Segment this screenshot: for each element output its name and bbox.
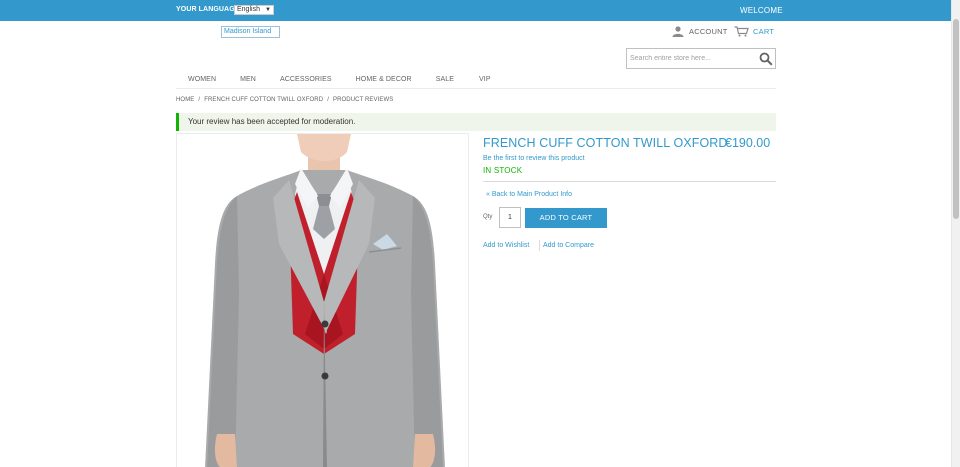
dropdown-arrow-icon: ▼ — [265, 7, 271, 13]
breadcrumb-separator: / — [327, 97, 329, 103]
nav-item-women[interactable]: WOMEN — [188, 72, 216, 88]
breadcrumb-separator: / — [198, 97, 201, 103]
breadcrumb-product[interactable]: FRENCH CUFF COTTON TWILL OXFORD — [204, 97, 323, 103]
scrollbar[interactable] — [951, 0, 960, 467]
stock-status: IN STOCK — [483, 166, 523, 175]
success-message: Your review has been accepted for modera… — [176, 113, 776, 131]
welcome-message: WELCOME — [740, 6, 783, 15]
product-name: FRENCH CUFF COTTON TWILL OXFORD — [483, 136, 728, 150]
breadcrumb-current: PRODUCT REVIEWS — [332, 97, 394, 103]
qty-input[interactable]: 1 — [499, 207, 521, 228]
language-selected: English — [237, 6, 260, 13]
breadcrumb-home[interactable]: HOME — [176, 97, 194, 103]
account-link[interactable]: ACCOUNT — [672, 26, 727, 37]
success-message-text: Your review has been accepted for modera… — [188, 117, 356, 126]
add-to-compare-link[interactable]: Add to Compare — [543, 242, 594, 249]
product-image[interactable] — [176, 133, 469, 467]
language-select[interactable]: English ▼ — [234, 5, 274, 15]
language-label: YOUR LANGUAGE — [176, 6, 240, 13]
first-review-link[interactable]: Be the first to review this product — [483, 155, 585, 162]
search-icon[interactable] — [759, 52, 773, 66]
logo[interactable]: Madison Island — [221, 26, 280, 38]
nav-item-accessories[interactable]: ACCESSORIES — [280, 72, 332, 88]
qty-label: Qty — [483, 214, 493, 220]
search-input[interactable] — [630, 52, 750, 65]
nav-item-home-decor[interactable]: HOME & DECOR — [356, 72, 412, 88]
link-separator — [539, 240, 540, 251]
nav-item-vip[interactable]: VIP — [479, 72, 491, 88]
product-photo — [205, 134, 445, 467]
cart-label: CART — [753, 27, 775, 36]
scrollbar-thumb[interactable] — [953, 19, 959, 219]
cart-link[interactable]: CART — [734, 26, 774, 37]
nav-item-sale[interactable]: SALE — [436, 72, 454, 88]
add-to-wishlist-link[interactable]: Add to Wishlist — [483, 242, 529, 249]
cart-icon — [734, 26, 749, 37]
account-icon — [672, 26, 684, 37]
main-navigation: WOMEN MEN ACCESSORIES HOME & DECOR SALE … — [176, 72, 776, 89]
divider — [483, 181, 776, 182]
nav-item-men[interactable]: MEN — [240, 72, 256, 88]
breadcrumb: HOME / FRENCH CUFF COTTON TWILL OXFORD /… — [176, 97, 393, 103]
product-price: €190.00 — [725, 136, 771, 150]
top-bar: YOUR LANGUAGE English ▼ WELCOME — [0, 0, 951, 21]
add-to-cart-button[interactable]: ADD TO CART — [525, 208, 607, 228]
search-box — [626, 48, 776, 69]
back-to-product-link[interactable]: « Back to Main Product Info — [486, 191, 572, 198]
account-label: ACCOUNT — [689, 27, 728, 36]
